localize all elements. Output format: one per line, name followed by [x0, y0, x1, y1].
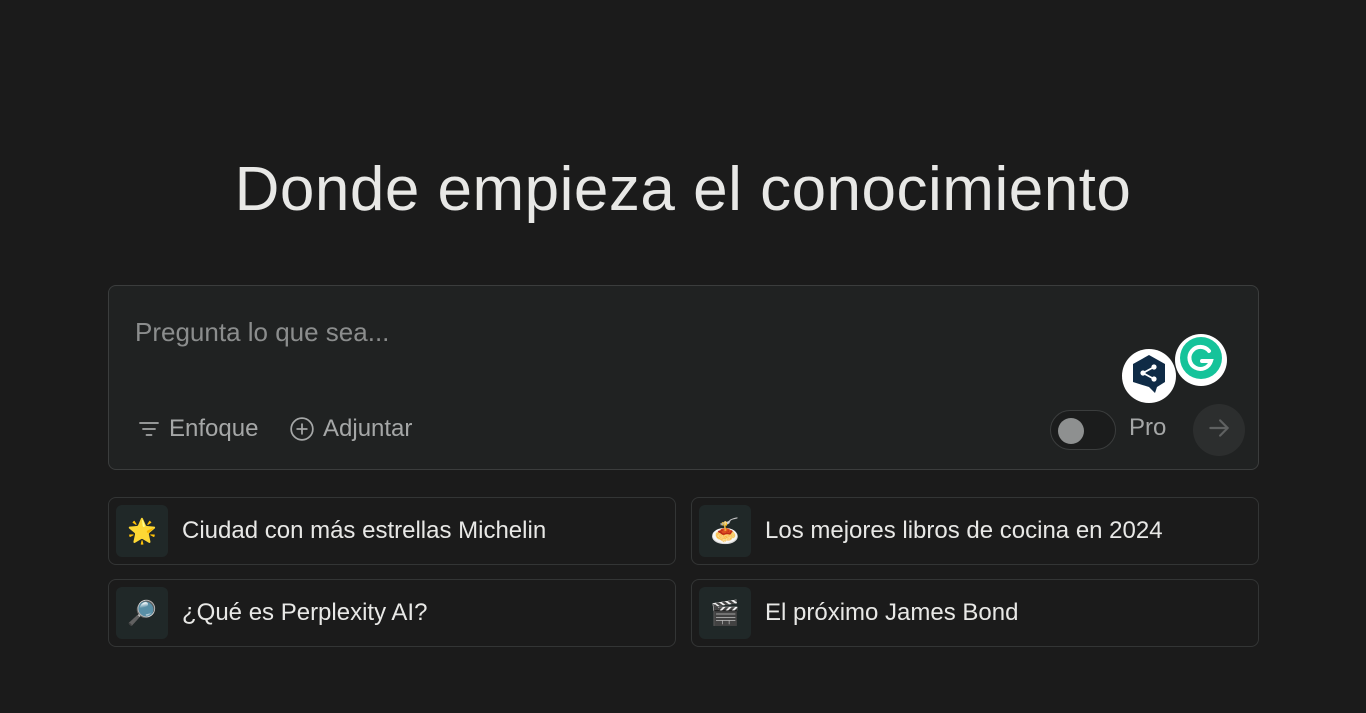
deepl-extension-button[interactable] [1122, 349, 1176, 403]
grammarly-extension-button[interactable] [1175, 334, 1227, 386]
suggestion-label: Los mejores libros de cocina en 2024 [765, 517, 1163, 544]
arrow-right-icon [1206, 415, 1232, 446]
magnifier-icon: 🔎 [116, 587, 168, 639]
plus-circle-icon [289, 416, 315, 442]
pro-label: Pro [1129, 414, 1167, 441]
page: Donde empieza el conocimiento Enfoque [0, 0, 1366, 713]
focus-label: Enfoque [169, 415, 259, 442]
suggestion-card[interactable]: 🎬 El próximo James Bond [691, 579, 1259, 647]
attach-label: Adjuntar [323, 415, 413, 442]
pro-toggle[interactable] [1050, 410, 1116, 450]
focus-button[interactable]: Enfoque [137, 413, 258, 445]
grammarly-icon [1178, 335, 1224, 386]
attach-button[interactable]: Adjuntar [289, 413, 412, 445]
search-input[interactable] [135, 312, 1095, 352]
suggestion-label: Ciudad con más estrellas Michelin [182, 517, 547, 544]
toggle-knob [1058, 418, 1084, 444]
clapperboard-icon: 🎬 [699, 587, 751, 639]
submit-button[interactable] [1193, 404, 1245, 456]
suggestion-label: El próximo James Bond [765, 599, 1019, 626]
suggestion-card[interactable]: 🌟 Ciudad con más estrellas Michelin [108, 497, 676, 565]
filter-icon [137, 417, 161, 441]
suggestion-card[interactable]: 🔎 ¿Qué es Perplexity AI? [108, 579, 676, 647]
suggestion-card[interactable]: 🍝 Los mejores libros de cocina en 2024 [691, 497, 1259, 565]
suggestion-label: ¿Qué es Perplexity AI? [182, 599, 428, 626]
deepl-icon [1129, 353, 1169, 400]
spaghetti-icon: 🍝 [699, 505, 751, 557]
page-headline: Donde empieza el conocimiento [234, 155, 1132, 224]
star-icon: 🌟 [116, 505, 168, 557]
search-box: Enfoque Adjuntar [108, 285, 1259, 470]
